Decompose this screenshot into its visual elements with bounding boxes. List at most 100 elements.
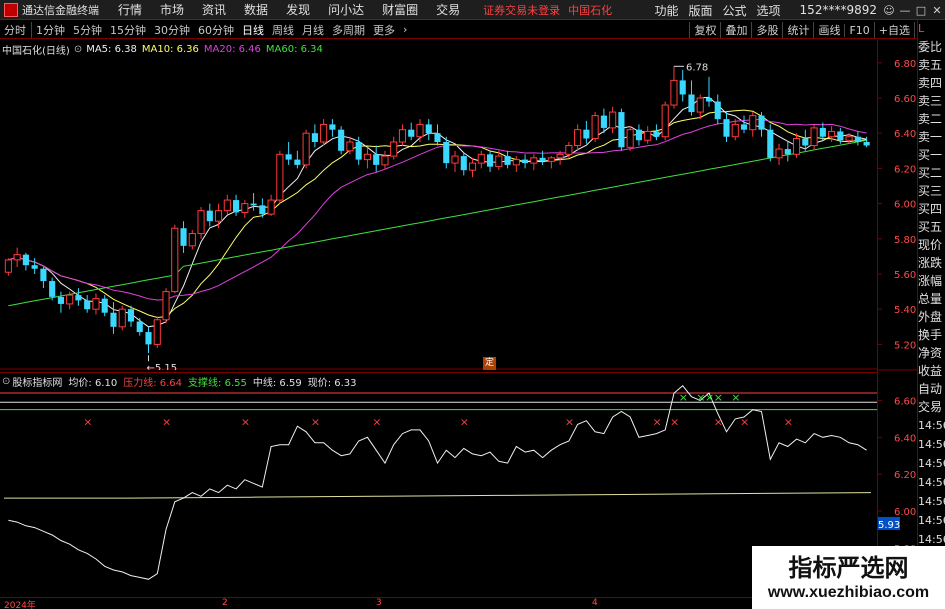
candle-body-up: [241, 203, 249, 213]
candle-body-up: [381, 155, 389, 166]
candle-body-up: [276, 153, 284, 201]
account-number[interactable]: 152****9892: [786, 3, 881, 17]
quote-item[interactable]: 涨幅: [918, 272, 945, 290]
candle-body-up: [118, 308, 126, 328]
ding-marker[interactable]: 定: [483, 357, 496, 370]
quote-item[interactable]: 外盘: [918, 308, 945, 326]
quote-item[interactable]: 卖一: [918, 128, 945, 146]
tool-stats[interactable]: 统计: [782, 22, 813, 38]
ma20-line: [8, 118, 867, 301]
menu-formula[interactable]: 公式: [718, 2, 752, 19]
time-item[interactable]: 14:56: [918, 492, 945, 511]
time-item[interactable]: 14:56: [918, 435, 945, 454]
menu-quotes[interactable]: 行情: [109, 1, 151, 18]
menu-ask[interactable]: 问小达: [319, 1, 373, 18]
sell-mark: ×: [652, 416, 661, 429]
trade-item[interactable]: 自动: [918, 380, 945, 398]
menu-discover[interactable]: 发现: [277, 1, 319, 18]
indicator-axis-label: 6.60: [894, 396, 916, 407]
period-5min[interactable]: 5分钟: [69, 22, 106, 38]
menu-trade[interactable]: 交易: [427, 1, 469, 18]
tool-adjust[interactable]: 复权: [689, 22, 720, 38]
quote-item[interactable]: 卖三: [918, 92, 945, 110]
quote-item[interactable]: 买三: [918, 182, 945, 200]
menu-market[interactable]: 市场: [151, 1, 193, 18]
period-more[interactable]: 更多: [369, 22, 399, 38]
candle-body-up: [749, 115, 757, 131]
buy-mark: ×: [714, 391, 723, 404]
quote-item[interactable]: 卖五: [918, 56, 945, 74]
current-stock-name: 中国石化: [568, 3, 613, 17]
period-15min[interactable]: 15分钟: [106, 22, 150, 38]
candle-body-down: [819, 127, 826, 137]
tool-add-favorite[interactable]: +自选: [873, 22, 914, 38]
candle-body-up: [223, 199, 231, 212]
period-30min[interactable]: 30分钟: [150, 22, 194, 38]
quote-item[interactable]: 卖二: [918, 110, 945, 128]
maximize-icon[interactable]: □: [913, 4, 929, 17]
tool-draw[interactable]: 画线: [813, 22, 844, 38]
candlestick-chart[interactable]: 6.78 ←5.15: [0, 40, 877, 370]
indicator-chart[interactable]: × × × × × × × × × × × ×× × × × ×: [0, 372, 877, 597]
period-60min[interactable]: 60分钟: [194, 22, 238, 38]
quote-item[interactable]: 买二: [918, 164, 945, 182]
menu-data[interactable]: 数据: [235, 1, 277, 18]
candle-body-up: [188, 233, 196, 247]
time-item[interactable]: 14:56: [918, 511, 945, 530]
tool-overlay[interactable]: 叠加: [720, 22, 751, 38]
candle-body-up: [591, 115, 599, 139]
tool-f10[interactable]: F10: [844, 23, 873, 37]
candle-body-down: [740, 124, 748, 130]
candle-body-down: [723, 119, 730, 137]
minimize-icon[interactable]: —: [897, 4, 913, 17]
quote-item[interactable]: 卖四: [918, 74, 945, 92]
period-timeshare[interactable]: 分时: [0, 22, 30, 38]
quote-item[interactable]: 收益: [918, 362, 945, 380]
menu-options[interactable]: 选项: [752, 2, 786, 19]
menu-news[interactable]: 资讯: [193, 1, 235, 18]
period-1min[interactable]: 1分钟: [31, 21, 69, 38]
candle-body-down: [758, 115, 765, 130]
quote-item[interactable]: 买一: [918, 146, 945, 164]
settings-circle-icon[interactable]: ⊙: [2, 376, 10, 387]
close-icon[interactable]: ✕: [929, 4, 945, 17]
candle-body-up: [547, 157, 555, 162]
chevron-right-icon[interactable]: ›: [399, 23, 411, 36]
candle-body-down: [40, 268, 47, 282]
time-item[interactable]: 14:56: [918, 416, 945, 435]
candle-body-up: [451, 155, 459, 164]
indicator-axis-label: 6.00: [894, 507, 916, 518]
indicator-line: [8, 384, 867, 580]
period-weekly[interactable]: 周线: [268, 22, 298, 38]
quote-item[interactable]: 换手: [918, 326, 945, 344]
time-item[interactable]: 14:56: [918, 454, 945, 473]
quote-item[interactable]: 总量: [918, 290, 945, 308]
period-monthly[interactable]: 月线: [298, 22, 328, 38]
quote-item[interactable]: 现价: [918, 236, 945, 254]
quote-item[interactable]: 涨跌: [918, 254, 945, 272]
menu-function[interactable]: 功能: [649, 2, 683, 19]
user-icon[interactable]: ☺: [881, 4, 897, 17]
settings-circle-icon[interactable]: ⊙: [74, 44, 82, 55]
main-axis-label: 5.80: [894, 235, 916, 246]
quote-item[interactable]: 净资: [918, 344, 945, 362]
candle-body-up: [66, 294, 74, 305]
tool-multi-stock[interactable]: 多股: [751, 22, 782, 38]
period-daily[interactable]: 日线: [238, 22, 268, 38]
period-multi[interactable]: 多周期: [328, 22, 369, 38]
login-warning[interactable]: 证券交易未登录: [483, 2, 560, 18]
quote-item[interactable]: 买四: [918, 200, 945, 218]
indicator-axis-label: 6.20: [894, 470, 916, 481]
menu-layout[interactable]: 版面: [684, 2, 718, 19]
sell-mark: ×: [372, 416, 381, 429]
trade-item[interactable]: 交易: [918, 398, 945, 416]
quote-item[interactable]: 买五: [918, 218, 945, 236]
time-item[interactable]: 14:56: [918, 473, 945, 492]
menu-wealth[interactable]: 财富圈: [373, 1, 427, 18]
quote-item[interactable]: 委比: [918, 38, 945, 56]
buy-mark: ×: [679, 391, 688, 404]
indicator-mid: 中线: 6.59: [252, 377, 302, 389]
quote-panel: L 委比 卖五 卖四 卖三 卖二 卖一 买一 买二 买三 买四 买五 现价 涨跌 涨幅 总量 外盘 换手 净资 收益…: [917, 20, 945, 609]
candle-body-up: [792, 137, 801, 155]
candle-body-down: [425, 124, 432, 134]
